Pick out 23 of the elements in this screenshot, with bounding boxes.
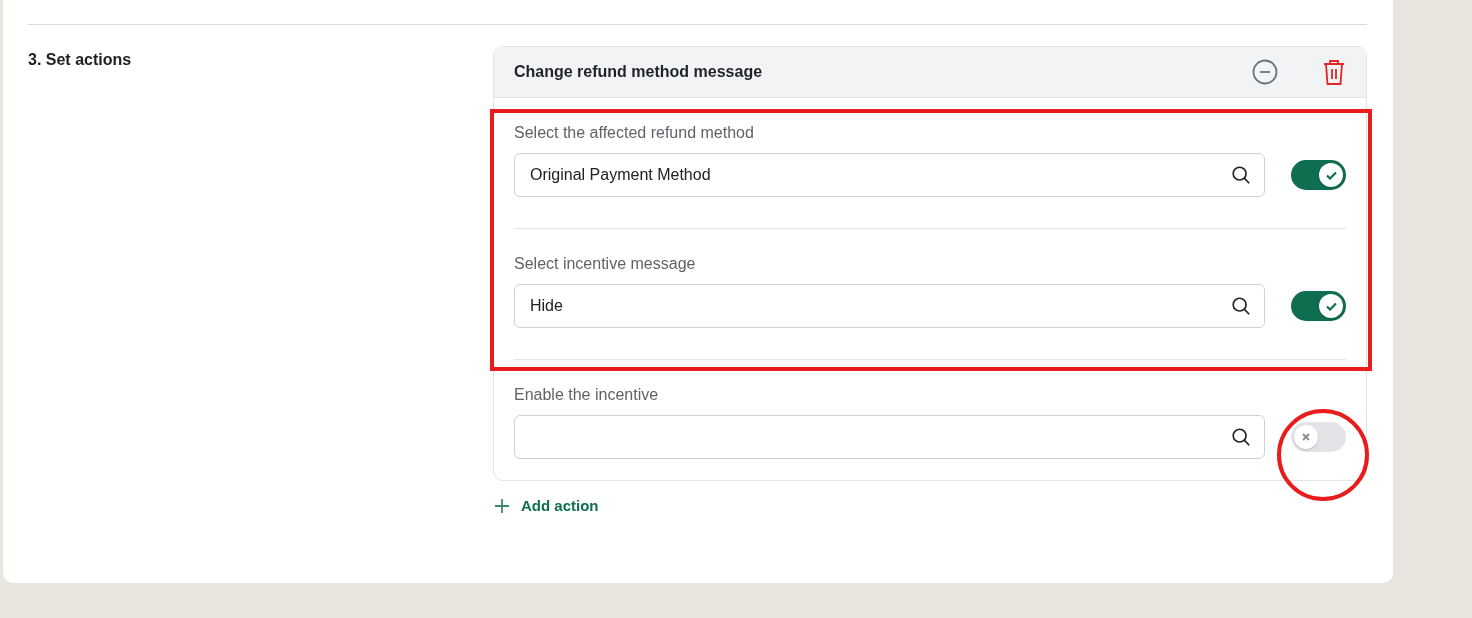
search-icon[interactable] xyxy=(1230,164,1252,186)
search-icon[interactable] xyxy=(1230,295,1252,317)
delete-button[interactable] xyxy=(1322,58,1346,86)
search-field[interactable] xyxy=(514,415,1265,459)
search-field[interactable]: Original Payment Method xyxy=(514,153,1265,197)
minus-circle-icon xyxy=(1252,59,1278,85)
search-field[interactable]: Hide xyxy=(514,284,1265,328)
trash-icon xyxy=(1322,58,1346,86)
action-title: Change refund method message xyxy=(514,63,764,81)
field-label: Enable the incentive xyxy=(514,386,660,404)
collapse-button[interactable] xyxy=(1252,59,1278,85)
search-icon[interactable] xyxy=(1230,426,1252,448)
field-label: Select incentive message xyxy=(514,255,697,273)
section-title: 3. Set actions xyxy=(28,50,133,70)
check-icon xyxy=(1325,301,1337,311)
x-icon xyxy=(1302,433,1310,441)
plus-icon xyxy=(495,498,509,513)
toggle-switch[interactable] xyxy=(1291,160,1346,190)
check-icon xyxy=(1325,170,1337,180)
field-label: Select the affected refund method xyxy=(514,124,755,142)
add-action-button[interactable]: Add action xyxy=(495,497,599,514)
toggle-switch[interactable] xyxy=(1291,291,1346,321)
toggle-switch[interactable] xyxy=(1291,422,1346,452)
